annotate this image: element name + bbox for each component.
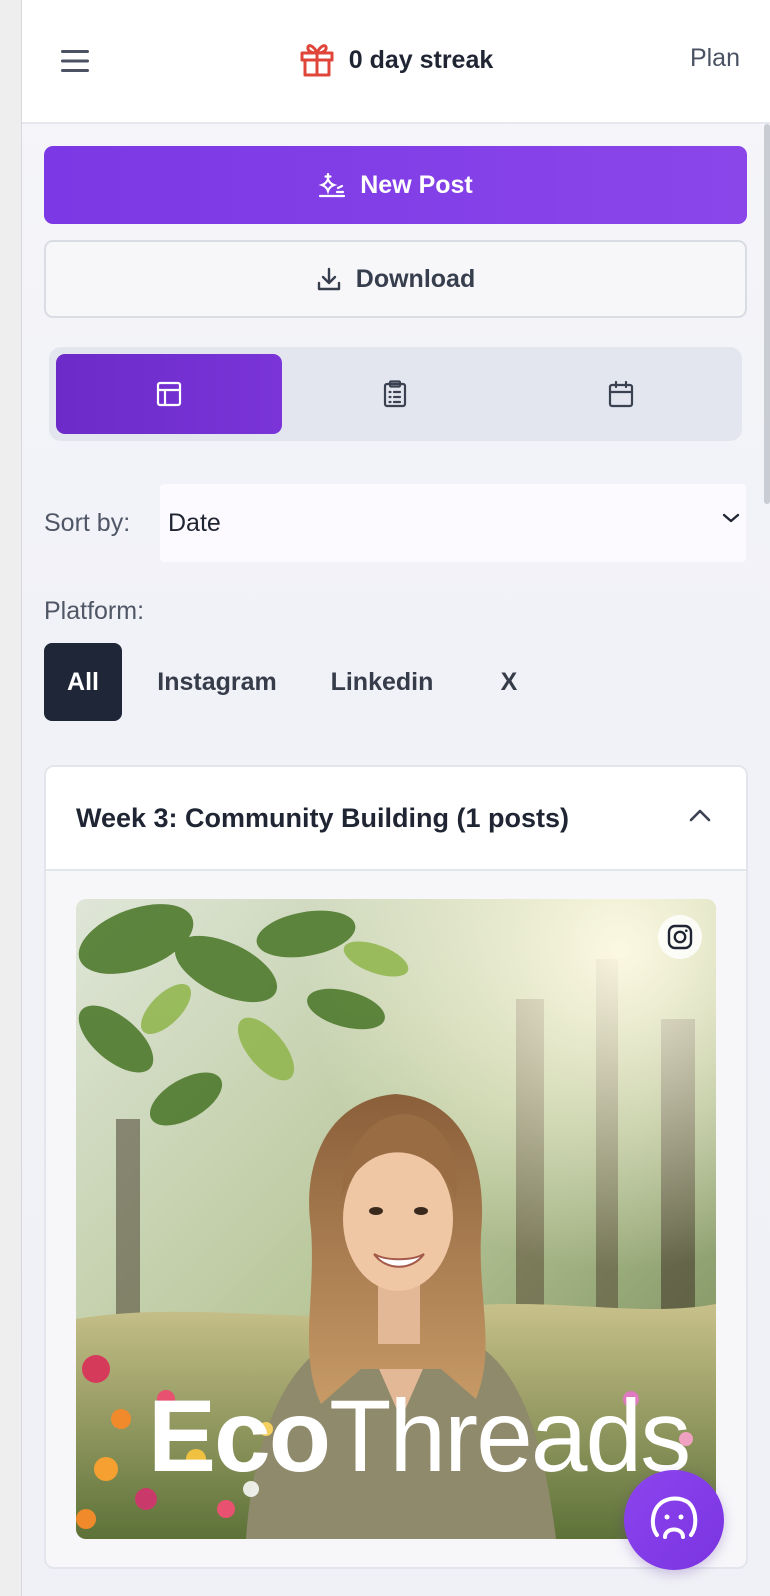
app-container: 0 day streak Plan New Post Download Sort… — [22, 0, 770, 1596]
new-post-button[interactable]: New Post — [44, 146, 747, 224]
table-view-button[interactable] — [56, 354, 282, 434]
sort-select[interactable]: Date — [160, 484, 746, 562]
streak-indicator: 0 day streak — [22, 40, 770, 80]
platform-chip-x[interactable]: X — [472, 643, 546, 721]
list-view-button[interactable] — [282, 354, 508, 434]
week-title: Week 3: Community Building (1 posts) — [76, 803, 570, 833]
brand-eco: Eco — [148, 1379, 331, 1493]
left-edge-strip — [0, 0, 22, 1596]
platform-label: Platform: — [44, 597, 145, 625]
chat-assistant-button[interactable] — [624, 1470, 724, 1570]
gift-icon — [300, 44, 334, 77]
download-button[interactable]: Download — [44, 240, 747, 318]
instagram-badge — [658, 915, 702, 959]
view-toggle — [49, 347, 742, 441]
brand-watermark: EcoThreads — [148, 1385, 691, 1487]
sort-value: Date — [168, 508, 221, 537]
sort-label: Sort by: — [44, 509, 131, 537]
brand-threads: Threads — [329, 1379, 691, 1493]
post-image[interactable]: EcoThreads — [76, 899, 716, 1539]
platform-chip-linkedin[interactable]: Linkedin — [312, 643, 452, 721]
sparkle-icon — [318, 172, 346, 198]
top-bar: 0 day streak Plan — [22, 0, 770, 124]
streak-text: 0 day streak — [348, 45, 494, 74]
chevron-up-icon — [689, 809, 711, 822]
platform-chip-instagram[interactable]: Instagram — [142, 643, 292, 721]
instagram-icon — [667, 924, 693, 950]
plan-link[interactable]: Plan — [690, 44, 740, 73]
assistant-face-icon — [650, 1496, 698, 1539]
clipboard-list-icon — [383, 380, 407, 408]
chevron-down-icon — [722, 513, 740, 523]
calendar-icon — [608, 380, 634, 408]
download-icon — [317, 267, 340, 291]
download-label: Download — [355, 264, 476, 293]
calendar-view-button[interactable] — [508, 354, 734, 434]
scrollbar-thumb[interactable] — [764, 124, 770, 504]
new-post-label: New Post — [360, 170, 473, 199]
week-card: Week 3: Community Building (1 posts) Eco… — [44, 765, 748, 1569]
week-header[interactable]: Week 3: Community Building (1 posts) — [46, 767, 746, 871]
table-view-icon — [156, 381, 182, 407]
platform-chip-all[interactable]: All — [44, 643, 122, 721]
